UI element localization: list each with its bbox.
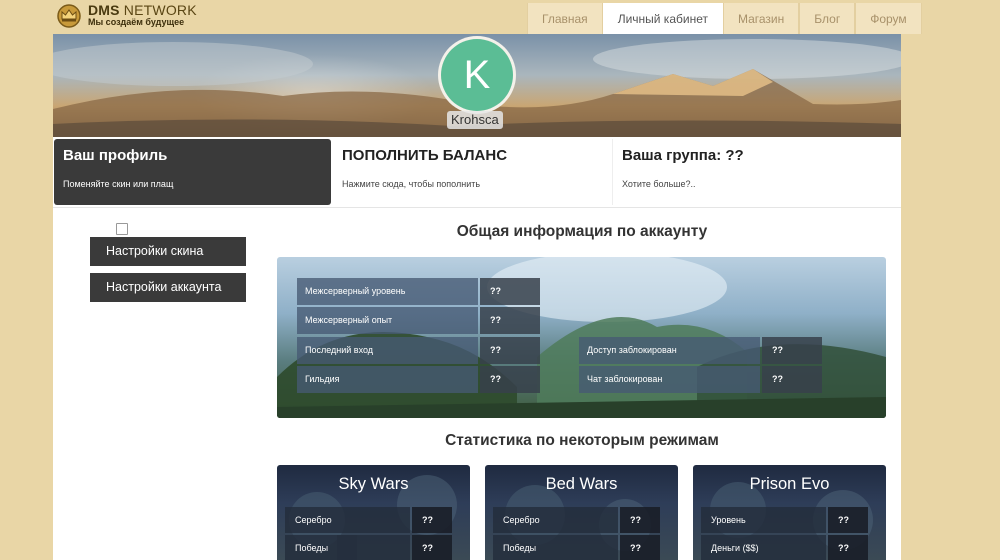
info-row: Последний вход ?? <box>297 337 540 364</box>
mode-stat-label: Уровень <box>701 507 826 533</box>
mode-stat-value: ?? <box>412 535 452 560</box>
mode-stat-value: ?? <box>412 507 452 533</box>
nav-home[interactable]: Главная <box>527 3 603 34</box>
mode-stat-label: Победы <box>285 535 410 560</box>
info-value: ?? <box>762 366 822 393</box>
mode-stat-label: Серебро <box>493 507 618 533</box>
mode-card-sky-wars: Sky Wars Серебро ?? Победы ?? <box>277 465 470 560</box>
mode-stat-value: ?? <box>828 535 868 560</box>
account-settings-button[interactable]: Настройки аккаунта <box>90 273 246 302</box>
mode-stat-value: ?? <box>620 507 660 533</box>
profile-card[interactable]: Ваш профиль Поменяйте скин или плащ <box>54 139 331 205</box>
info-label: Чат заблокирован <box>579 366 760 393</box>
group-card-title: Ваша группа: ?? <box>622 147 744 164</box>
nav-account[interactable]: Личный кабинет <box>602 3 723 34</box>
skin-settings-button[interactable]: Настройки скина <box>90 237 246 266</box>
balance-card-subtitle: Нажмите сюда, чтобы пополнить <box>342 179 481 189</box>
broken-image-icon <box>116 223 128 235</box>
info-value: ?? <box>480 278 540 305</box>
mode-stat-row: Серебро ?? <box>285 507 452 533</box>
section-divider <box>53 207 901 208</box>
balance-card-title: ПОПОЛНИТЬ БАЛАНС <box>342 147 508 164</box>
profile-card-subtitle: Поменяйте скин или плащ <box>63 179 174 189</box>
info-value: ?? <box>480 337 540 364</box>
mode-stat-row: Деньги ($$) ?? <box>701 535 868 560</box>
group-card-subtitle: Хотите больше?.. <box>622 179 696 189</box>
logo-text: DMS NETWORK Мы создаём будущее <box>88 3 197 27</box>
info-row: Чат заблокирован ?? <box>579 366 822 393</box>
info-label: Межсерверный опыт <box>297 307 478 334</box>
info-value: ?? <box>762 337 822 364</box>
mode-stat-value: ?? <box>620 535 660 560</box>
logo-subtitle: Мы создаём будущее <box>88 17 185 27</box>
info-row: Межсерверный уровень ?? <box>297 278 540 305</box>
mode-title: Prison Evo <box>749 475 830 493</box>
nav-forum[interactable]: Форум <box>855 3 922 34</box>
profile-banner: K Krohsca <box>53 34 901 137</box>
username-label: Krohsca <box>447 111 503 129</box>
top-up-balance-card[interactable]: ПОПОЛНИТЬ БАЛАНС Нажмите сюда, чтобы поп… <box>333 139 610 205</box>
nav-blog[interactable]: Блог <box>799 3 856 34</box>
info-label: Доступ заблокирован <box>579 337 760 364</box>
crown-emblem-icon <box>54 2 84 28</box>
info-row: Межсерверный опыт ?? <box>297 307 540 334</box>
info-value: ?? <box>480 366 540 393</box>
main-panel: K Krohsca Ваш профиль Поменяйте скин или… <box>53 34 901 560</box>
mode-title: Bed Wars <box>545 475 618 493</box>
mode-card-prison-evo: Prison Evo Уровень ?? Деньги ($$) ?? <box>693 465 886 560</box>
group-card[interactable]: Ваша группа: ?? Хотите больше?.. <box>612 139 901 205</box>
top-bar: DMS NETWORK Мы создаём будущее Главная Л… <box>0 0 1000 34</box>
info-label: Гильдия <box>297 366 478 393</box>
mode-stat-row: Серебро ?? <box>493 507 660 533</box>
account-info-heading: Общая информация по аккаунту <box>456 223 708 240</box>
mode-stat-label: Победы <box>493 535 618 560</box>
info-row: Гильдия ?? <box>297 366 540 393</box>
mode-stat-label: Деньги ($$) <box>701 535 826 560</box>
nav-shop[interactable]: Магазин <box>722 3 800 34</box>
account-info-panel: Межсерверный уровень ?? Межсерверный опы… <box>277 257 886 418</box>
avatar[interactable]: K <box>441 39 513 111</box>
mode-stat-row: Победы ?? <box>493 535 660 560</box>
info-value: ?? <box>480 307 540 334</box>
info-label: Последний вход <box>297 337 478 364</box>
mode-stat-value: ?? <box>828 507 868 533</box>
profile-card-title: Ваш профиль <box>63 147 168 164</box>
site-logo[interactable]: DMS NETWORK Мы создаём будущее <box>54 0 197 30</box>
logo-title: DMS NETWORK <box>88 2 197 18</box>
mode-stat-row: Победы ?? <box>285 535 452 560</box>
mode-stat-label: Серебро <box>285 507 410 533</box>
main-nav: Главная Личный кабинет Магазин Блог Фору… <box>527 3 922 34</box>
avatar-ring: K <box>438 36 516 114</box>
mode-stat-row: Уровень ?? <box>701 507 868 533</box>
info-row: Доступ заблокирован ?? <box>579 337 822 364</box>
mode-card-bed-wars: Bed Wars Серебро ?? Победы ?? <box>485 465 678 560</box>
stats-heading: Статистика по некоторым режимам <box>445 432 719 449</box>
info-label: Межсерверный уровень <box>297 278 478 305</box>
mode-title: Sky Wars <box>338 475 409 493</box>
